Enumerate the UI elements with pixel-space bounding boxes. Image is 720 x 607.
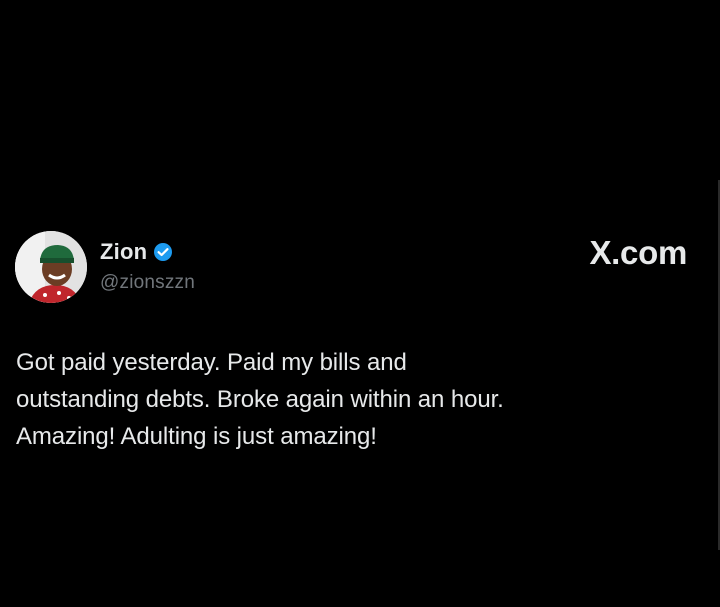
tweet-author: Zion @zionszzn — [100, 238, 195, 294]
user-handle[interactable]: @zionszzn — [100, 272, 195, 294]
verified-badge-icon — [153, 242, 173, 262]
display-name[interactable]: Zion — [100, 239, 147, 265]
tweet-text: Got paid yesterday. Paid my bills and ou… — [16, 349, 504, 450]
avatar-photo — [15, 231, 87, 303]
display-name-row: Zion — [100, 238, 195, 266]
tweet-card: Zion @zionszzn X.com Got paid yesterday.… — [0, 0, 720, 607]
brand-label: X.com — [589, 234, 687, 271]
avatar[interactable] — [15, 231, 87, 303]
